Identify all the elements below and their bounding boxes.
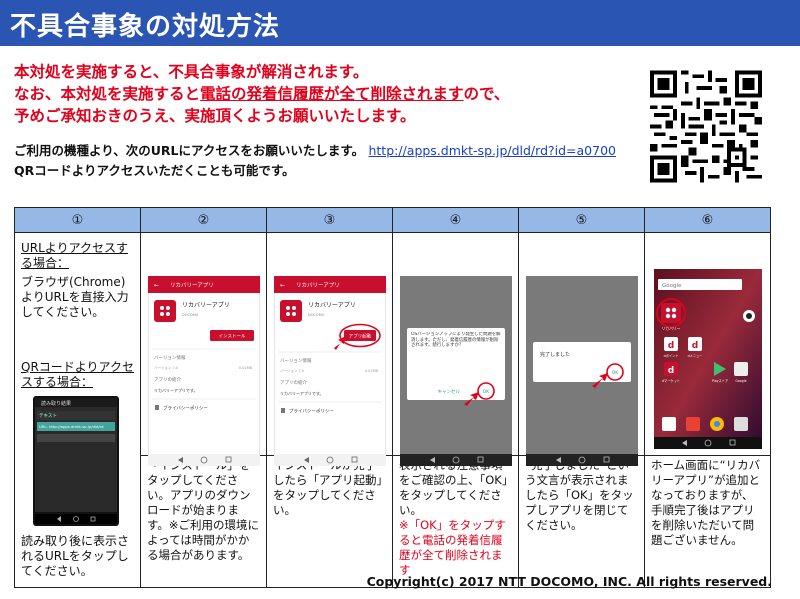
step-3-version-heading: バージョン情報 xyxy=(280,357,312,364)
step-3-app-bar-title: リカバリーアプリ xyxy=(296,282,340,289)
step-3-intro-heading: アプリの紹介 xyxy=(280,379,307,386)
page-title: 不具合事象の対処方法 xyxy=(10,12,281,42)
warning-line-3: 予めご承知おきのうえ、実施頂くようお願いいたします。 xyxy=(14,107,416,125)
step-4-warning: ※「OK」をタップすると電話の発着信履歴が全て削除されます xyxy=(399,517,506,577)
qr-screen-sub: テキスト xyxy=(39,413,57,419)
step-6-recovery-label: リカバリー xyxy=(662,326,681,331)
step-2-app-bar-title: リカバリーアプリ xyxy=(170,282,214,289)
step-3-launch-button: アプリ起動 xyxy=(349,333,372,340)
step-3-text: インストールが完了したら「アプリ起動」をタップしてください。 xyxy=(266,454,393,589)
svg-text:d: d xyxy=(668,366,674,376)
step-header-3: ③ xyxy=(266,207,393,233)
step-3-app-name: リカバリーアプリ xyxy=(308,302,356,309)
svg-text:←: ← xyxy=(280,282,285,289)
step-4-text-cell: 表示される注意事項をご確認の上、「OK」をタップしてください。 ※「OK」をタッ… xyxy=(392,454,519,589)
step-6-image-cell: Google リカバリー d d dポイント dメニュー d dマーケット Pl… xyxy=(644,232,771,456)
steps-table: ① ② ③ ④ ⑤ ⑥ URLよりアクセスする場合： ブラウザ(Chrome)よ… xyxy=(14,207,771,589)
access-line-2: QRコードよりアクセスいただくことも可能です。 xyxy=(14,163,295,178)
step-2-intro-heading: アプリの紹介 xyxy=(154,376,181,383)
step-3-image-cell: ← リカバリーアプリ リカバリーアプリ DOCOMO アプリ起動 バージョン情報… xyxy=(266,232,393,466)
step-4-screenshot: OSバージョンアップにより発生した問題を解消します。ただし、発着信履歴の情報が削… xyxy=(400,276,512,466)
step-6-text: ホーム画面に“リカバリーアプリ”が追加となっておりますが、手順完了後はアプリを削… xyxy=(644,454,771,589)
step-2-image-cell: ← リカバリーアプリ リカバリーアプリ DOCOMO インストール バージョン情… xyxy=(140,232,267,466)
warning-line-2: なお、本対処を実施すると電話の発着信履歴が全て削除されますので、 xyxy=(14,83,624,105)
step-5-ok-button: OK xyxy=(612,370,620,376)
step-header-1: ① xyxy=(14,207,141,233)
step-2-app-name: リカバリーアプリ xyxy=(182,302,230,309)
title-bar: 不具合事象の対処方法 xyxy=(0,0,800,46)
step-6-app-2: dメニュー xyxy=(688,354,703,358)
step-2-company: DOCOMO xyxy=(182,313,199,317)
step-2-install-button: インストール xyxy=(219,334,246,340)
step-header-6: ⑥ xyxy=(644,207,771,233)
recovery-url-link[interactable]: http://apps.dmkt-sp.jp/dld/rd?id=a0700 xyxy=(368,143,616,158)
warning-text: 本対処を実施すると、不具合事象が解消されます。 なお、本対処を実施すると電話の発… xyxy=(14,61,624,127)
qr-reader-screenshot: 読み取り結果 テキスト URL: http://apps.dmkt-sp.jp/… xyxy=(33,396,119,526)
step-4-text: 表示される注意事項をご確認の上、「OK」をタップしてください。 xyxy=(399,458,508,517)
access-instructions: ご利用の機種より、次のURLにアクセスをお願いいたします。 http://app… xyxy=(14,141,654,181)
warning-line-2-a: なお、本対処を実施すると xyxy=(14,85,201,103)
step-6-app-4: Playストア xyxy=(712,378,728,383)
svg-text:d: d xyxy=(692,341,698,351)
step-6-app-3: dマーケット xyxy=(662,378,680,383)
step-4-dialog-message: OSバージョンアップにより発生した問題を解消します。ただし、発着信履歴の情報が削… xyxy=(411,332,501,349)
step-6-app-1: dポイント xyxy=(664,353,679,358)
warning-line-2-underlined: 電話の発着信履歴が全て削除されます xyxy=(200,85,464,103)
step-3-company: DOCOMO xyxy=(308,313,325,317)
step-6-search-label: Google xyxy=(662,283,682,289)
svg-text:←: ← xyxy=(154,282,159,289)
step-6-screenshot: Google リカバリー d d dポイント dメニュー d dマーケット Pl… xyxy=(654,269,762,449)
access-line-1-text: ご利用の機種より、次のURLにアクセスをお願いいたします。 xyxy=(14,143,365,158)
step-3-size: 0.02MB xyxy=(365,369,379,373)
step-2-intro: リカバリーアプリです。 xyxy=(154,387,197,393)
step-2-screenshot: ← リカバリーアプリ リカバリーアプリ DOCOMO インストール バージョン情… xyxy=(148,276,260,466)
svg-text:d: d xyxy=(668,341,674,351)
step-3-privacy: プライバシーポリシー xyxy=(289,408,334,415)
warning-line-1: 本対処を実施すると、不具合事象が解消されます。 xyxy=(14,63,369,81)
step-3-version: バージョン 7.0 xyxy=(280,369,304,373)
step-2-text: 「インストール」をタップしてください。アプリのダウンロードが始まります。※ご利用… xyxy=(140,454,267,589)
step-5-screenshot: 完了しました OK xyxy=(526,276,638,466)
step-2-version-heading: バージョン情報 xyxy=(154,354,186,361)
qr-code xyxy=(650,68,762,185)
step-2-size: 0.02MB xyxy=(239,366,253,370)
step-1-cell: URLよりアクセスする場合： ブラウザ(Chrome)よりURLを直接入力してく… xyxy=(14,232,141,588)
step-5-text: “完了しました”という文言が表示されましたら「OK」をタップしアプリを閉じてくだ… xyxy=(518,454,645,589)
step-2-version: バージョン 7.0 xyxy=(154,366,178,370)
qr-access-heading: QRコードよりアクセスする場合： xyxy=(21,360,134,389)
step-4-ok-button: OK xyxy=(483,389,491,395)
step-3-screenshot: ← リカバリーアプリ リカバリーアプリ DOCOMO アプリ起動 バージョン情報… xyxy=(274,276,386,466)
step-5-dialog-message: 完了しました xyxy=(540,351,570,358)
step-header-2: ② xyxy=(140,207,267,233)
step-4-image-cell: OSバージョンアップにより発生した問題を解消します。ただし、発着信履歴の情報が削… xyxy=(392,232,519,466)
step-header-4: ④ xyxy=(392,207,519,233)
url-access-heading: URLよりアクセスする場合： xyxy=(21,241,128,270)
warning-line-2-c: ので、 xyxy=(463,85,510,103)
qr-screen-title: 読み取り結果 xyxy=(41,400,71,407)
qr-access-body: 読み取り後に表示されるURLをタップしてください。 xyxy=(21,534,130,578)
url-access-body: ブラウザ(Chrome)よりURLを直接入力してください。 xyxy=(21,275,129,319)
step-header-5: ⑤ xyxy=(518,207,645,233)
copyright: Copyright(c) 2017 NTT DOCOMO, INC. All r… xyxy=(366,574,772,589)
step-2-privacy: プライバシーポリシー xyxy=(163,405,208,412)
access-line-1: ご利用の機種より、次のURLにアクセスをお願いいたします。 http://app… xyxy=(14,141,654,161)
step-5-image-cell: 完了しました OK xyxy=(518,232,645,466)
step-6-app-5: Google xyxy=(735,379,746,383)
qr-screen-url: URL: http://apps.dmkt-sp.jp/dld/rd xyxy=(39,424,104,429)
step-4-cancel-button: キャンセル xyxy=(438,389,461,395)
step-3-intro: リカバリーアプリです。 xyxy=(280,390,323,396)
